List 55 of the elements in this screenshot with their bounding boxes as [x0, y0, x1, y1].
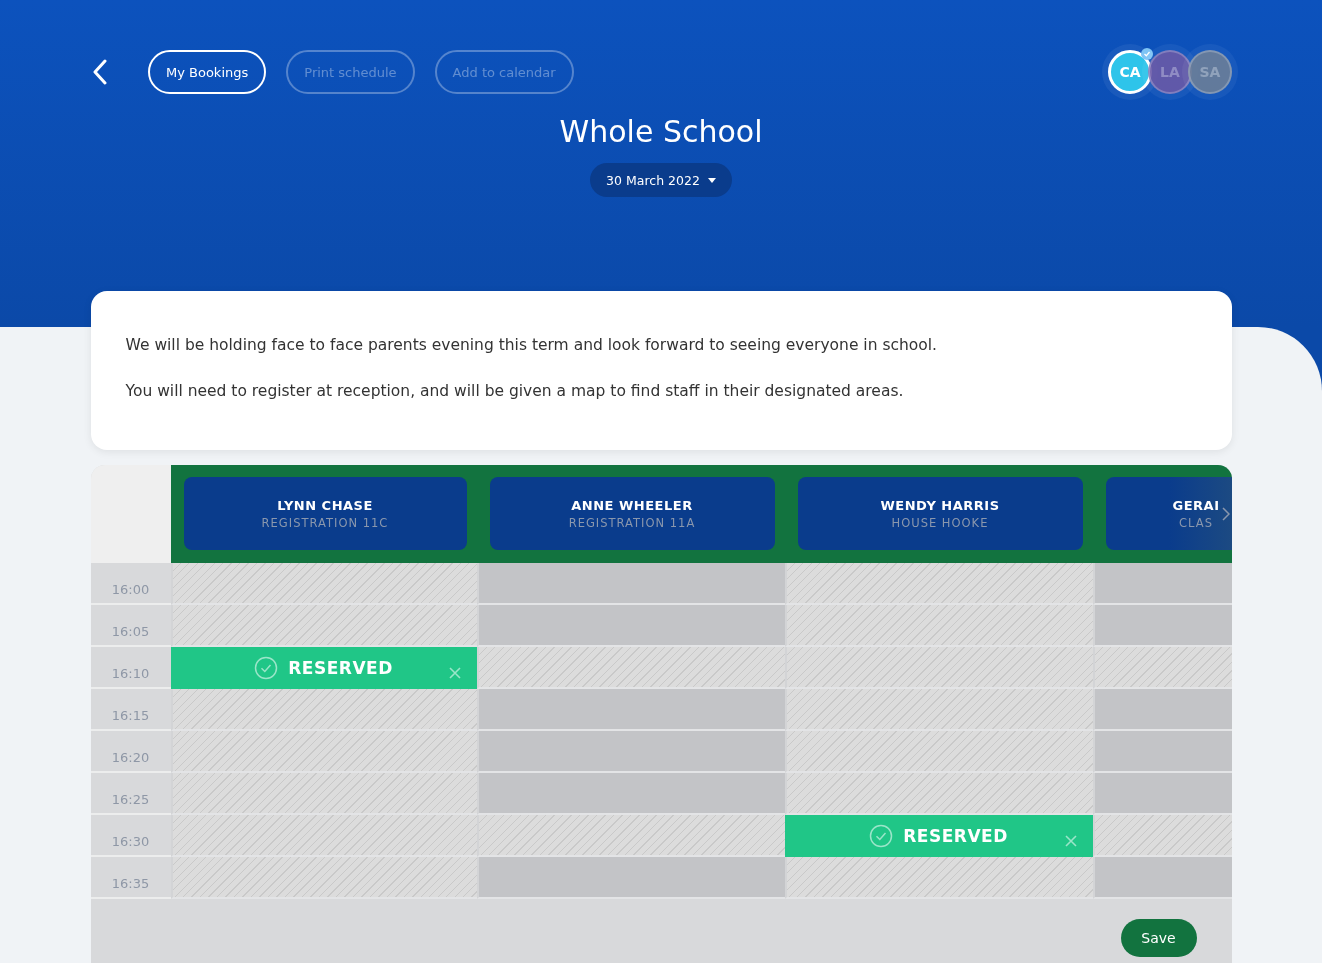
unavailable-slot[interactable]: [170, 563, 477, 606]
unavailable-slot[interactable]: [1092, 815, 1232, 858]
page-title: Whole School: [559, 114, 763, 149]
reserved-slot[interactable]: RESERVED: [170, 647, 477, 690]
unavailable-slot[interactable]: [476, 647, 785, 690]
unavailable-slot[interactable]: [170, 689, 477, 732]
unavailable-slot[interactable]: [476, 815, 785, 858]
available-slot[interactable]: [1092, 689, 1232, 732]
unavailable-slot[interactable]: [170, 731, 477, 774]
staff-role: REGISTRATION 11C: [261, 515, 389, 530]
unavailable-slot[interactable]: [784, 647, 1093, 690]
available-slot[interactable]: [1092, 605, 1232, 648]
check-circle-icon: [254, 656, 279, 681]
staff-name: WENDY HARRIS: [880, 497, 1000, 513]
chevron-left-icon: [92, 59, 108, 85]
available-slot[interactable]: [1092, 773, 1232, 816]
unavailable-slot[interactable]: [784, 605, 1093, 648]
available-slot[interactable]: [476, 563, 785, 606]
notice-text: We will be holding face to face parents evening this term and look forward to seeing everyone in school.: [125, 335, 939, 356]
available-slot[interactable]: [476, 731, 785, 774]
unavailable-slot[interactable]: [784, 731, 1093, 774]
unavailable-slot[interactable]: [784, 689, 1093, 732]
unavailable-slot[interactable]: [170, 773, 477, 816]
avatar[interactable]: CA: [1108, 50, 1152, 94]
staff-role: HOUSE HOOKE: [891, 515, 989, 530]
reserved-slot[interactable]: RESERVED: [784, 815, 1093, 858]
staff-name: ANNE WHEELER: [571, 497, 693, 513]
check-circle-icon: [869, 824, 894, 849]
reserved-label: RESERVED: [903, 826, 1008, 847]
unavailable-slot[interactable]: [784, 563, 1093, 606]
available-slot[interactable]: [476, 857, 785, 900]
unavailable-slot[interactable]: [170, 605, 477, 648]
unavailable-slot[interactable]: [784, 857, 1093, 900]
unavailable-slot[interactable]: [170, 815, 477, 858]
unavailable-slot[interactable]: [170, 857, 477, 900]
staff-role: REGISTRATION 11A: [568, 515, 696, 530]
save-button[interactable]: Save: [1120, 919, 1197, 958]
staff-name: LYNN CHASE: [277, 497, 373, 513]
available-slot[interactable]: [1092, 563, 1232, 606]
notice-text: You will need to register at reception, and will be given a map to find staff in their designated areas.: [125, 380, 905, 402]
available-slot[interactable]: [476, 605, 785, 648]
chevron-right-icon[interactable]: [1221, 506, 1230, 521]
available-slot[interactable]: [476, 689, 785, 732]
check-badge-icon: [1141, 48, 1153, 60]
reserved-label: RESERVED: [288, 658, 393, 679]
available-slot[interactable]: [1092, 731, 1232, 774]
available-slot[interactable]: [1092, 857, 1232, 900]
caret-down-icon: [707, 177, 716, 183]
unavailable-slot[interactable]: [1092, 647, 1232, 690]
date-picker[interactable]: 30 March 2022: [590, 163, 732, 197]
toolbar-button[interactable]: My Bookings: [148, 50, 267, 94]
staff-role: CLAS: [1179, 515, 1213, 530]
unavailable-slot[interactable]: [784, 773, 1093, 816]
staff-name: GERAI: [1172, 497, 1220, 513]
available-slot[interactable]: [476, 773, 785, 816]
